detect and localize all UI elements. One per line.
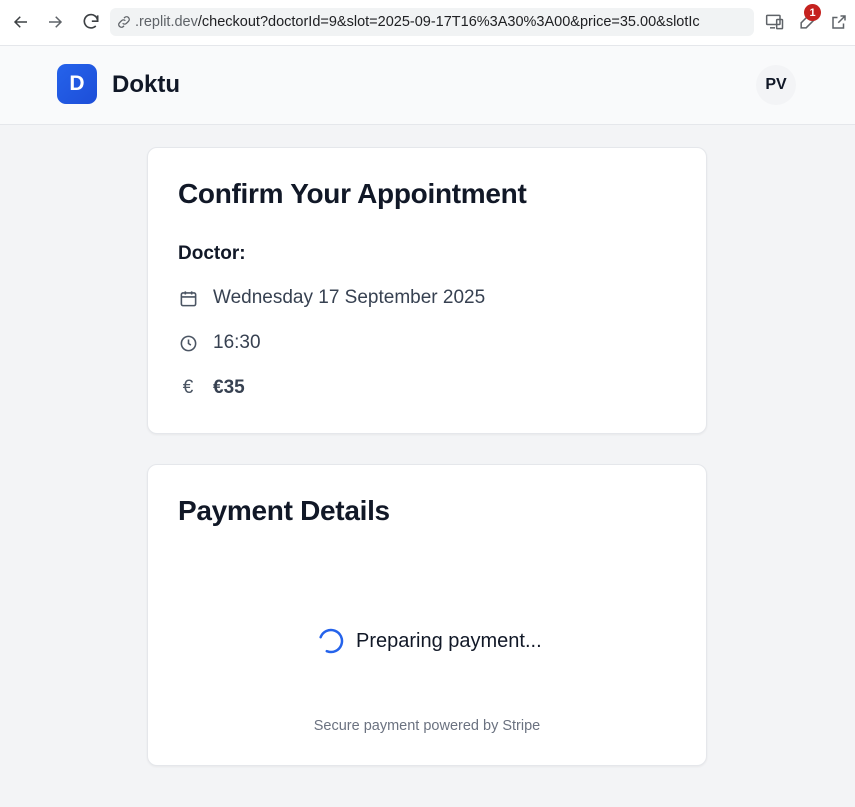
payment-loading: Preparing payment...	[318, 628, 542, 654]
brand-name[interactable]: Doktu	[112, 71, 180, 99]
reload-icon[interactable]	[78, 9, 104, 35]
secure-payment-note: Secure payment powered by Stripe	[313, 718, 541, 734]
appointment-date: Wednesday 17 September 2025	[213, 287, 486, 308]
appointment-date-row: Wednesday 17 September 2025	[178, 287, 485, 309]
loading-text: Preparing payment...	[356, 629, 542, 652]
screen-cast-icon[interactable]	[762, 9, 788, 35]
appointment-price-row: € €35	[178, 377, 245, 399]
back-arrow-icon[interactable]	[8, 9, 34, 35]
payment-title: Payment Details	[178, 495, 390, 526]
address-bar[interactable]: .replit.dev/checkout?doctorId=9&slot=202…	[110, 8, 754, 36]
extension-badge: 1	[804, 4, 821, 21]
avatar[interactable]: PV	[756, 65, 796, 105]
clock-icon	[178, 333, 198, 353]
payment-card: Payment Details Preparing payment... Sec…	[147, 464, 707, 766]
doctor-label: Doctor:	[178, 243, 246, 264]
open-external-icon[interactable]	[826, 9, 852, 35]
euro-icon: €	[182, 377, 194, 398]
spinner-icon	[318, 628, 344, 654]
forward-arrow-icon[interactable]	[42, 9, 68, 35]
url-host: .replit.dev	[135, 14, 198, 30]
browser-toolbar: .replit.dev/checkout?doctorId=9&slot=202…	[0, 0, 855, 46]
link-icon	[116, 14, 132, 30]
appointment-card: Confirm Your Appointment Doctor: Wednesd…	[147, 147, 707, 434]
appointment-title: Confirm Your Appointment	[178, 178, 527, 209]
appointment-time-row: 16:30	[178, 332, 261, 354]
calendar-icon	[178, 288, 198, 308]
app-header: D Doktu PV	[0, 46, 855, 125]
appointment-time: 16:30	[213, 332, 261, 353]
appointment-price: €35	[213, 377, 245, 398]
logo[interactable]: D	[57, 64, 97, 104]
url-path: /checkout?doctorId=9&slot=2025-09-17T16%…	[197, 14, 700, 30]
